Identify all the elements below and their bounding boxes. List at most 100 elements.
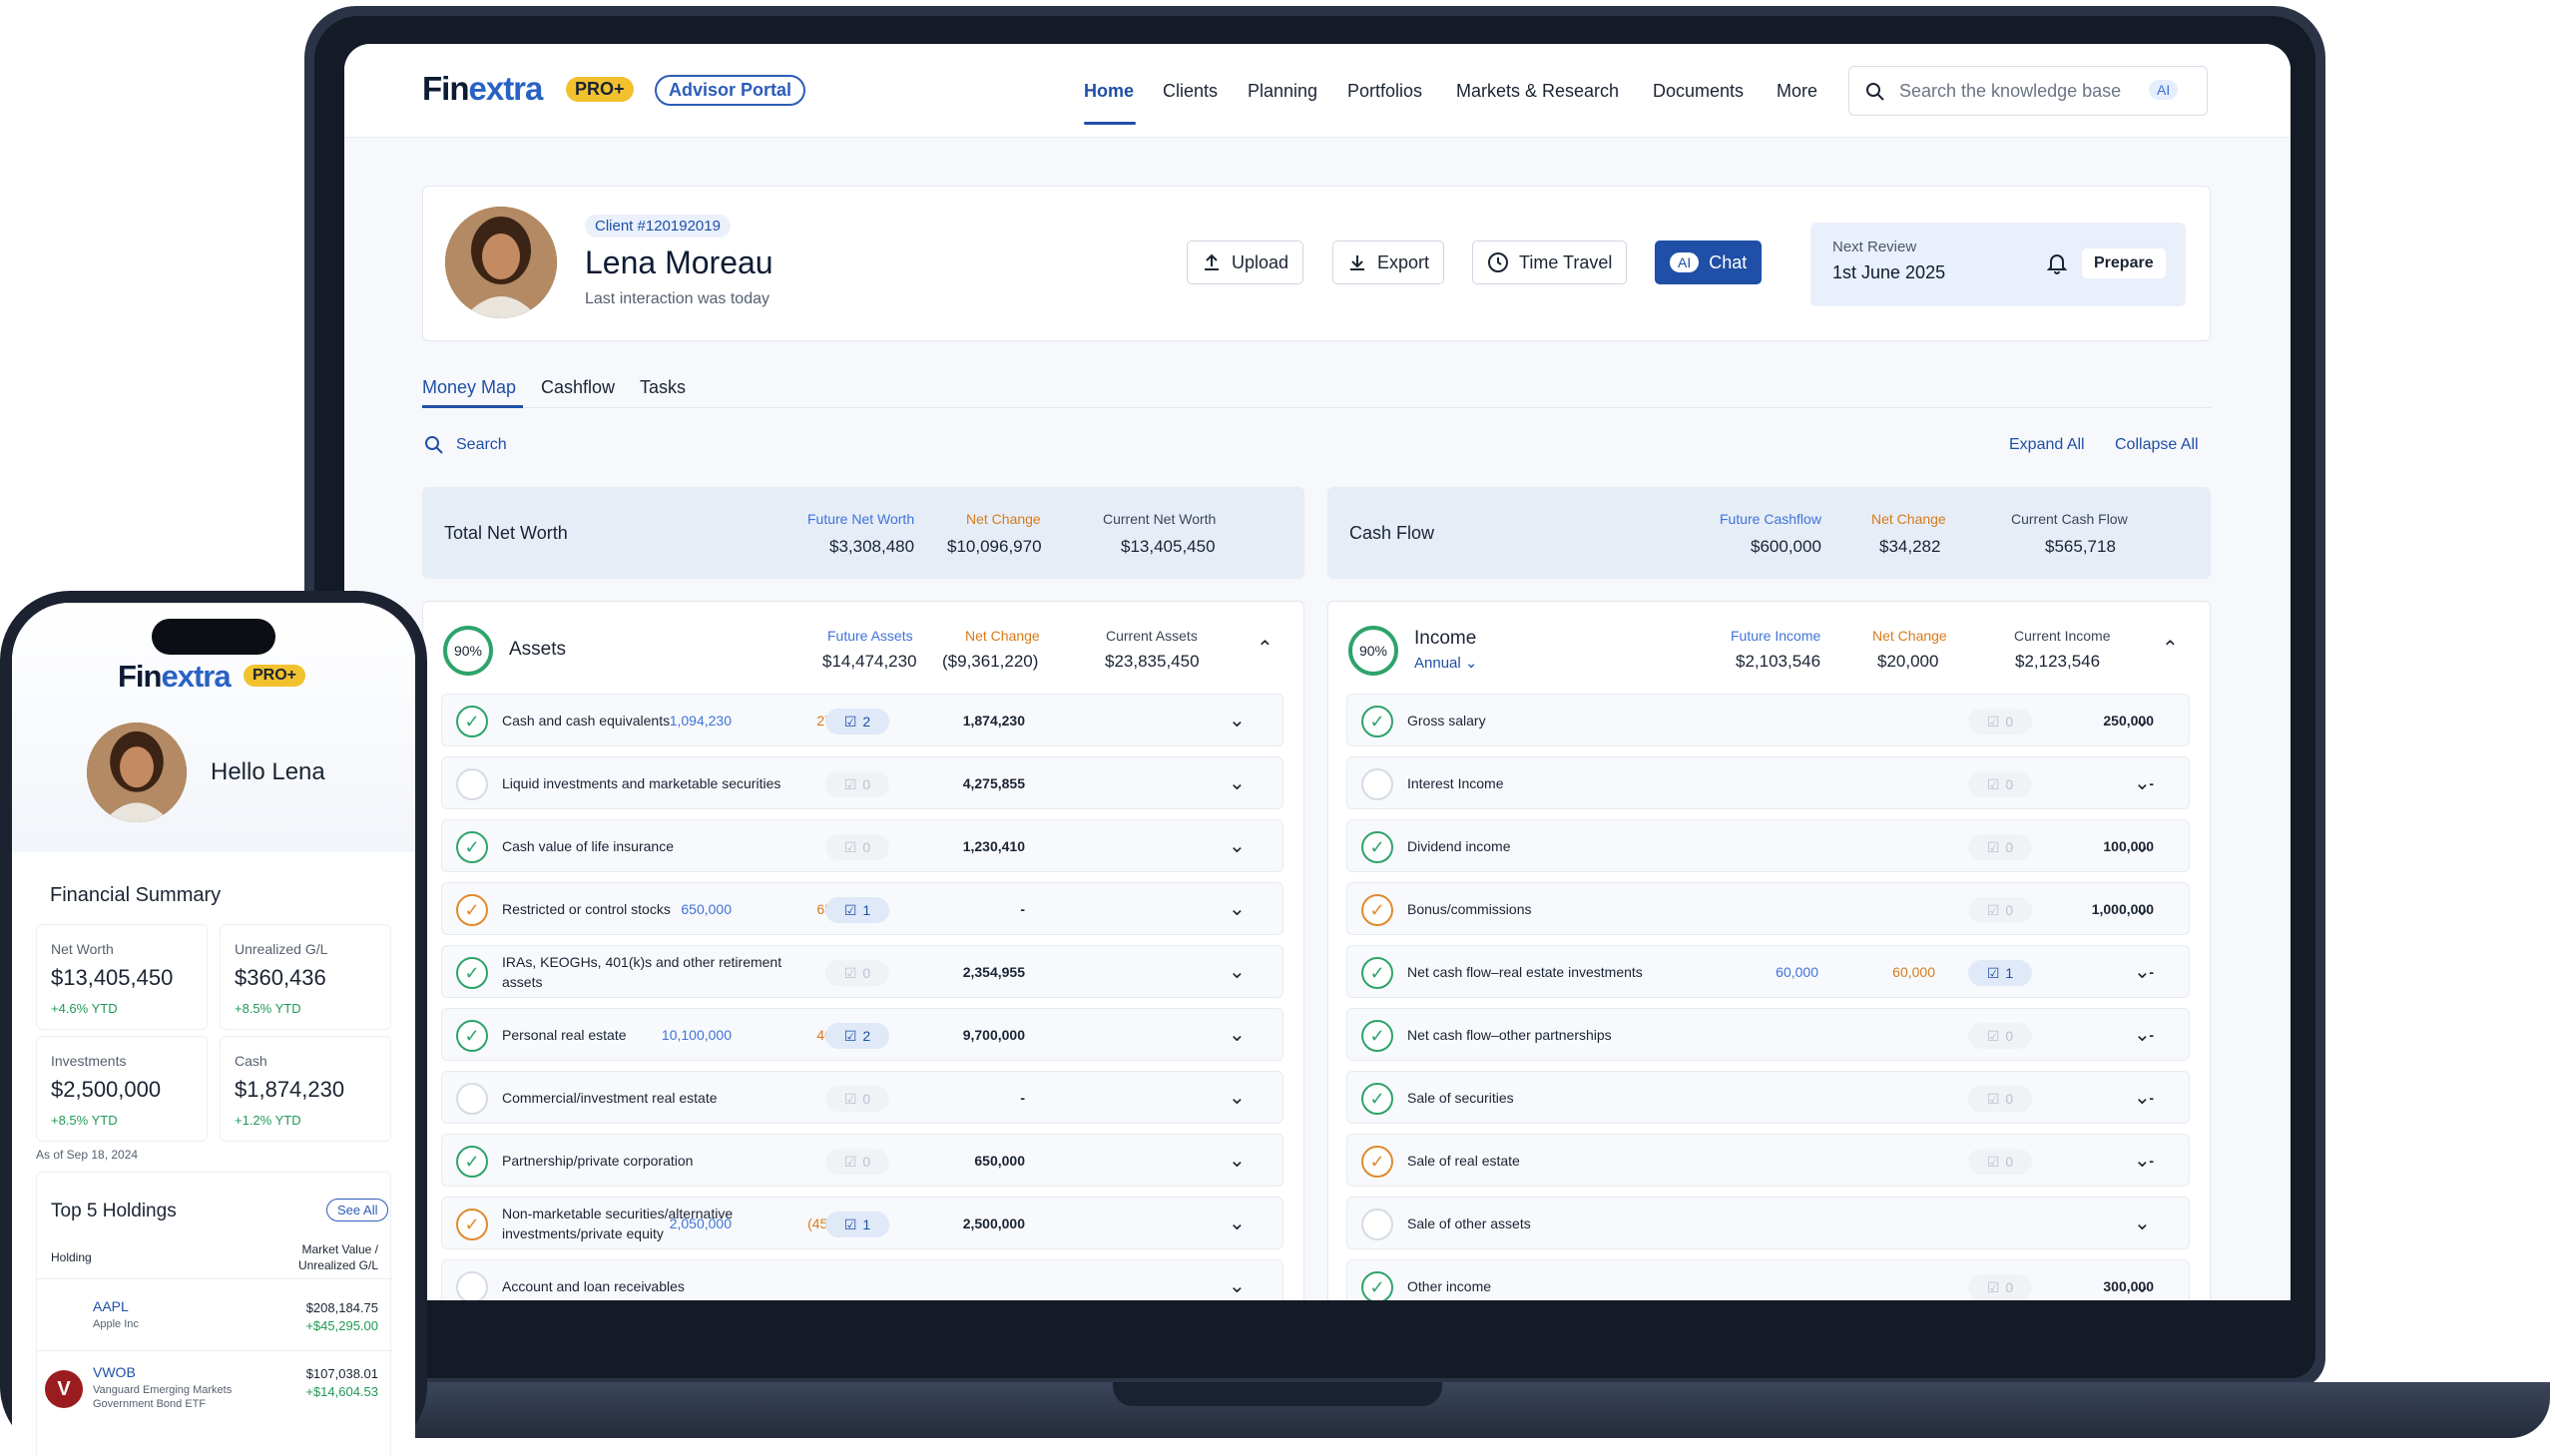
income-row[interactable]: ✓ Dividend income ☑ 0 100,000 ⌄	[1346, 819, 2190, 872]
row-tasks-badge[interactable]: ☑ 0	[825, 1149, 889, 1175]
chevron-down-icon[interactable]: ⌄	[2134, 1022, 2151, 1047]
asset-row[interactable]: ✓Personal real estate10,100,000400,000☑2…	[441, 1008, 1283, 1061]
export-button[interactable]: Export	[1332, 241, 1445, 284]
chevron-down-icon[interactable]: ⌄	[1229, 959, 1246, 984]
nav-more[interactable]: More	[1777, 81, 1817, 102]
cash-card[interactable]: Cash $1,874,230 +1.2% YTD	[220, 1036, 391, 1142]
unrealized-gl-card[interactable]: Unrealized G/L $360,436 +8.5% YTD	[220, 924, 391, 1030]
income-row[interactable]: Interest Income ☑ 0- ⌄	[1346, 756, 2190, 809]
knowledge-search-input[interactable]: Search the knowledge base AI	[1848, 66, 2208, 116]
chevron-down-icon[interactable]: ⌄	[2134, 959, 2151, 984]
row-tasks-badge[interactable]: ☑ 0	[1968, 834, 2032, 860]
task-checkbox-icon: ☑	[843, 1215, 857, 1232]
chevron-down-icon[interactable]: ⌄	[2134, 1211, 2151, 1235]
row-tasks-badge[interactable]: ☑ 0	[825, 1086, 889, 1112]
expand-all-link[interactable]: Expand All	[2009, 436, 2085, 454]
row-tasks-badge[interactable]: ☑ 0	[825, 771, 889, 797]
current-net-worth-value: $13,405,450	[1121, 537, 1216, 556]
income-row[interactable]: ✓ Other income ☑ 0 300,000 ⌄	[1346, 1259, 2190, 1300]
row-tasks-badge[interactable]: ☑ 0	[1968, 1274, 2032, 1300]
chevron-down-icon[interactable]: ⌄	[2134, 708, 2151, 732]
chevron-down-icon[interactable]: ⌄	[1229, 833, 1246, 858]
chevron-down-icon[interactable]: ⌄	[1229, 1273, 1246, 1298]
chevron-down-icon[interactable]: ⌄	[2134, 833, 2151, 858]
nav-active-underline	[1084, 122, 1136, 125]
chevron-down-icon[interactable]: ⌄	[2134, 1273, 2151, 1298]
chevron-down-icon[interactable]: ⌄	[2134, 770, 2151, 795]
chevron-down-icon[interactable]: ⌄	[1229, 708, 1246, 732]
advisor-portal-badge[interactable]: Advisor Portal	[655, 75, 806, 106]
bell-icon[interactable]	[2047, 252, 2067, 274]
asset-row[interactable]: ✓ IRAs, KEOGHs, 401(k)s and other retirem…	[441, 945, 1283, 998]
asset-row[interactable]: ✓ Cash value of life insurance ☑ 0 1,230,410…	[441, 819, 1283, 872]
ai-chat-button[interactable]: AI Chat	[1655, 241, 1763, 284]
row-tasks-badge[interactable]: ☑ 0	[825, 960, 889, 986]
row-tasks-badge[interactable]: ☑ 0	[825, 834, 889, 860]
nav-markets-research[interactable]: Markets & Research	[1456, 81, 1619, 102]
income-row[interactable]: ✓ Gross salary ☑ 0 250,000 ⌄	[1346, 694, 2190, 746]
income-row[interactable]: ✓ Bonus/commissions ☑ 0 1,000,000 ⌄	[1346, 882, 2190, 935]
row-tasks-badge[interactable]: ☑ 1	[1968, 960, 2032, 986]
row-tasks-badge[interactable]: ☑ 0	[1968, 1023, 2032, 1049]
prepare-button[interactable]: Prepare	[2082, 248, 2166, 278]
upload-button[interactable]: Upload	[1187, 241, 1304, 284]
income-period-select[interactable]: Annual ⌄	[1414, 654, 1477, 672]
holding-row-aapl[interactable]: AAPL Apple Inc $208,184.75 +$45,295.00	[37, 1280, 392, 1348]
asset-row[interactable]: Account and loan receivables ⌄	[441, 1259, 1283, 1300]
row-tasks-badge[interactable]: ☑ 1	[825, 897, 889, 923]
chevron-down-icon[interactable]: ⌄	[1229, 770, 1246, 795]
chevron-down-icon[interactable]: ⌄	[1229, 1211, 1246, 1235]
row-tasks-badge[interactable]: ☑ 0	[1968, 1086, 2032, 1112]
logo[interactable]: Finextra	[422, 70, 543, 108]
chevron-down-icon[interactable]: ⌄	[2134, 1085, 2151, 1110]
tab-money-map[interactable]: Money Map	[422, 377, 516, 398]
net-worth-card[interactable]: Net Worth $13,405,450 +4.6% YTD	[36, 924, 208, 1030]
nav-clients[interactable]: Clients	[1163, 81, 1218, 102]
chevron-down-icon[interactable]: ⌄	[2134, 896, 2151, 921]
income-row[interactable]: ✓ Net cash flow–real estate investments 60…	[1346, 945, 2190, 998]
nav-portfolios[interactable]: Portfolios	[1347, 81, 1422, 102]
money-map-search[interactable]: Search	[456, 436, 507, 454]
current-cashflow-label: Current Cash Flow	[2011, 511, 2128, 527]
income-row[interactable]: Sale of other assets ⌄	[1346, 1197, 2190, 1249]
tab-tasks[interactable]: Tasks	[640, 377, 686, 398]
row-tasks-badge[interactable]: ☑ 2	[825, 1023, 889, 1049]
holding-row-vwob[interactable]: V VWOB Vanguard Emerging Markets Governm…	[37, 1352, 392, 1432]
income-row[interactable]: ✓ Net cash flow–other partnerships ☑ 0- ⌄	[1346, 1008, 2190, 1061]
investments-card[interactable]: Investments $2,500,000 +8.5% YTD	[36, 1036, 208, 1142]
row-label: Net cash flow–other partnerships	[1407, 1026, 1612, 1043]
asset-row[interactable]: ✓Cash and cash equivalents1,094,230270,0…	[441, 694, 1283, 746]
row-tasks-badge[interactable]: ☑ 2	[825, 709, 889, 734]
collapse-chevron-icon[interactable]: ⌃	[2162, 636, 2179, 661]
asset-row[interactable]: Commercial/investment real estate ☑ 0 - ⌄	[441, 1071, 1283, 1124]
nav-home[interactable]: Home	[1084, 81, 1134, 102]
chevron-down-icon[interactable]: ⌄	[1229, 1085, 1246, 1110]
asset-row[interactable]: ✓ Non-marketable securities/alternative i…	[441, 1197, 1283, 1249]
nav-planning[interactable]: Planning	[1248, 81, 1317, 102]
chevron-down-icon[interactable]: ⌄	[2134, 1148, 2151, 1173]
chevron-down-icon[interactable]: ⌄	[1229, 1148, 1246, 1173]
tab-cashflow[interactable]: Cashflow	[541, 377, 615, 398]
chevron-down-icon[interactable]: ⌄	[1229, 1022, 1246, 1047]
row-tasks-badge[interactable]: ☑ 0	[1968, 709, 2032, 734]
row-label: Gross salary	[1407, 712, 1486, 728]
collapse-all-link[interactable]: Collapse All	[2115, 436, 2199, 454]
row-future-value: 2,050,000	[669, 1215, 732, 1231]
income-row[interactable]: ✓ Sale of securities ☑ 0- ⌄	[1346, 1071, 2190, 1124]
row-tasks-badge[interactable]: ☑ 1	[825, 1212, 889, 1237]
task-checkbox-icon: ☑	[1986, 1027, 2000, 1044]
row-tasks-badge[interactable]: ☑ 0	[1968, 1149, 2032, 1175]
asset-row[interactable]: Liquid investments and marketable securi…	[441, 756, 1283, 809]
asset-row[interactable]: ✓ Partnership/private corporation ☑ 0 650,00…	[441, 1134, 1283, 1187]
chevron-down-icon[interactable]: ⌄	[1229, 896, 1246, 921]
status-check-icon: ✓	[456, 1209, 488, 1240]
search-icon[interactable]	[424, 435, 444, 455]
nav-documents[interactable]: Documents	[1653, 81, 1744, 102]
see-all-button[interactable]: See All	[326, 1199, 389, 1221]
row-tasks-badge[interactable]: ☑ 0	[1968, 897, 2032, 923]
asset-row[interactable]: ✓Restricted or control stocks650,000650,…	[441, 882, 1283, 935]
income-row[interactable]: ✓ Sale of real estate ☑ 0- ⌄	[1346, 1134, 2190, 1187]
time-travel-button[interactable]: Time Travel	[1472, 241, 1628, 284]
row-tasks-badge[interactable]: ☑ 0	[1968, 771, 2032, 797]
collapse-chevron-icon[interactable]: ⌃	[1257, 636, 1274, 661]
